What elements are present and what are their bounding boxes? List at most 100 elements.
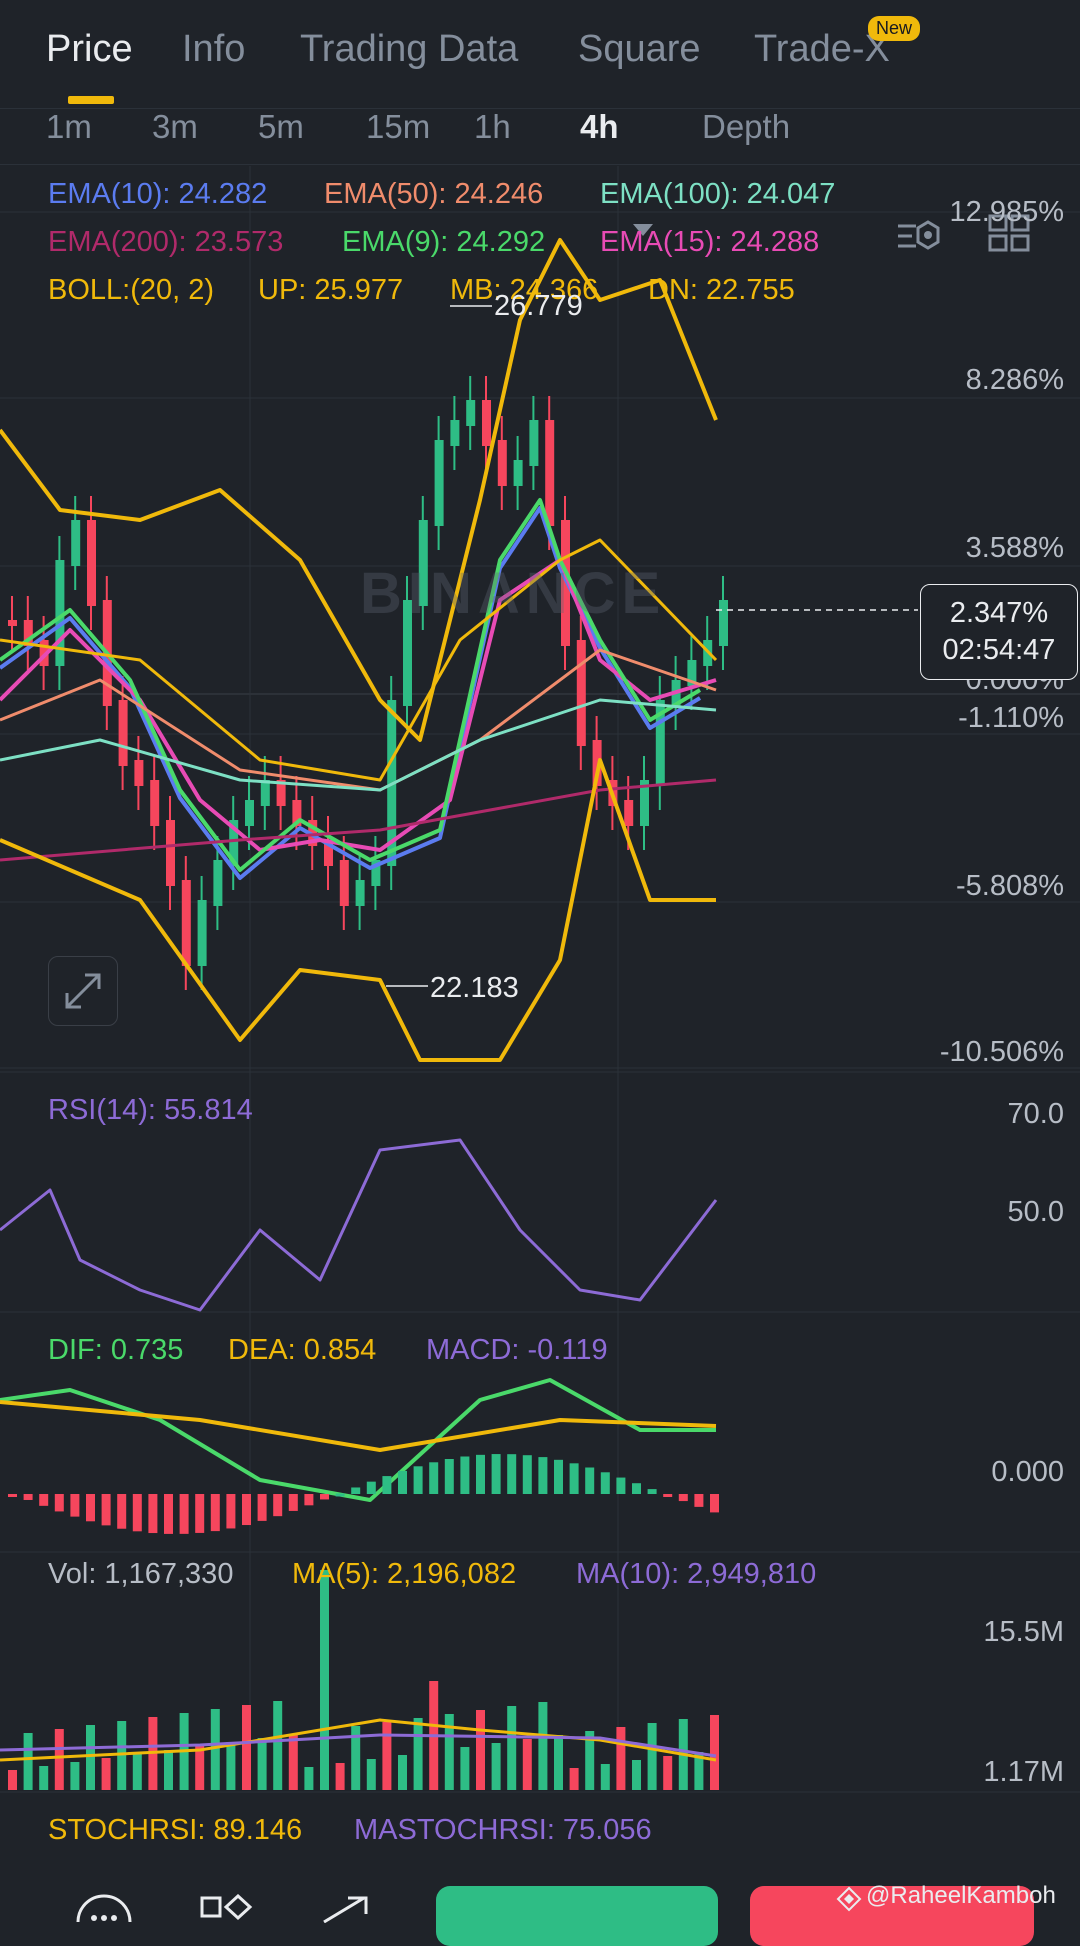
volume-bar xyxy=(242,1705,251,1790)
volume-bar xyxy=(366,1759,376,1790)
current-price-box: 2.347% 02:54:47 xyxy=(920,584,1078,680)
macd-histogram-bar xyxy=(663,1494,673,1497)
macd-histogram-bar xyxy=(678,1494,688,1502)
macd-histogram-bar xyxy=(647,1489,657,1494)
macd-histogram-bar xyxy=(694,1494,704,1507)
candle-body xyxy=(8,620,17,626)
volume-bar xyxy=(554,1735,563,1790)
volume-bar xyxy=(476,1710,485,1790)
candle-body xyxy=(719,600,728,646)
macd-histogram-bar xyxy=(195,1494,205,1533)
candle-body xyxy=(513,460,523,486)
fullscreen-button[interactable] xyxy=(48,956,118,1026)
volume-bar xyxy=(132,1754,142,1790)
volume-bar xyxy=(538,1702,548,1790)
stochrsi-label: STOCHRSI: 89.146 xyxy=(48,1814,303,1846)
high-price-label: 26.779 xyxy=(494,290,583,322)
low-price-label: 22.183 xyxy=(430,972,519,1004)
widgets-icon[interactable] xyxy=(198,1894,254,1923)
macd-histogram-bar xyxy=(522,1455,532,1494)
binance-watermark-logo: BINANCE xyxy=(360,561,667,626)
macd-histogram-bar xyxy=(585,1467,595,1494)
volume-bar xyxy=(663,1756,673,1790)
candle-body xyxy=(166,820,175,886)
volume-bar xyxy=(273,1701,283,1790)
candle-body xyxy=(434,440,444,526)
rsi-axis-label: 50.0 xyxy=(1007,1196,1064,1228)
ema15-label: EMA(15): 24.288 xyxy=(600,226,820,258)
candle-body xyxy=(545,420,555,526)
macd-histogram-bar xyxy=(86,1494,95,1522)
volume-bar xyxy=(382,1722,392,1790)
macd-histogram-bar xyxy=(39,1494,49,1506)
ema9-label: EMA(9): 24.292 xyxy=(342,226,546,258)
candle-body xyxy=(339,860,349,906)
rsi-label: RSI(14): 55.814 xyxy=(48,1094,253,1126)
candle-body xyxy=(624,800,634,826)
macd-histogram-bar xyxy=(8,1494,17,1497)
price-axis-label: 3.588% xyxy=(965,532,1064,564)
more-icon[interactable] xyxy=(74,1888,134,1923)
binance-square-icon xyxy=(836,1886,862,1912)
macd-histogram-bar xyxy=(351,1487,361,1494)
macd-histogram-bar xyxy=(398,1470,407,1494)
macd-histogram-bar xyxy=(164,1494,173,1534)
volume-bar xyxy=(600,1764,610,1790)
volume-bar xyxy=(210,1709,220,1790)
volume-bar xyxy=(413,1718,423,1790)
macd-histogram-bar xyxy=(710,1494,719,1513)
macd-histogram-bar xyxy=(70,1494,80,1517)
candle-body xyxy=(355,880,365,906)
volume-bar xyxy=(304,1767,314,1790)
macd-histogram-bar xyxy=(429,1462,439,1494)
volume-bar xyxy=(54,1729,64,1790)
price-axis-label: -5.808% xyxy=(955,870,1064,902)
volume-bar xyxy=(569,1768,579,1790)
price-axis-label: -1.110% xyxy=(958,702,1064,734)
volume-bar xyxy=(257,1738,267,1790)
volume-bar xyxy=(195,1746,205,1790)
candle-body xyxy=(245,800,254,826)
volume-bar xyxy=(710,1715,719,1790)
volume-bar xyxy=(507,1706,517,1790)
rsi-line xyxy=(0,1138,718,1312)
macd-dea-label: DEA: 0.854 xyxy=(228,1334,377,1366)
volume-bar xyxy=(522,1739,532,1790)
macd-histogram-bar xyxy=(132,1494,142,1532)
volume-label: Vol: 1,167,330 xyxy=(48,1558,234,1590)
volume-bar xyxy=(647,1723,657,1790)
macd-histogram-bar xyxy=(54,1494,64,1512)
rsi-axis-label: 70.0 xyxy=(1007,1098,1064,1130)
candle-body xyxy=(87,520,96,606)
candle-body xyxy=(118,700,128,766)
boll-up-label: UP: 25.977 xyxy=(258,274,404,306)
volume-bar xyxy=(226,1742,236,1790)
volume-bar xyxy=(491,1743,501,1790)
boll-params-label: BOLL:(20, 2) xyxy=(48,274,215,306)
macd-dif-label: DIF: 0.735 xyxy=(48,1334,184,1366)
expand-icon xyxy=(65,973,101,1009)
price-axis-label: -10.506% xyxy=(939,1036,1064,1068)
boll-dn-label: DN: 22.755 xyxy=(648,274,795,306)
macd-histogram-bar xyxy=(210,1494,220,1532)
candle-body xyxy=(213,860,223,906)
volume-axis-label: 15.5M xyxy=(983,1616,1064,1648)
macd-histogram-bar xyxy=(23,1494,33,1500)
volume-bar xyxy=(632,1760,641,1790)
buy-button[interactable] xyxy=(436,1886,718,1946)
volume-bar xyxy=(460,1747,470,1790)
volume-ma5-label: MA(5): 2,196,082 xyxy=(292,1558,517,1590)
macd-dea-line xyxy=(0,1400,717,1452)
macd-histogram-bar xyxy=(382,1476,392,1494)
candle-countdown: 02:54:47 xyxy=(942,634,1056,666)
macd-histogram-bar xyxy=(179,1494,189,1534)
candle-body xyxy=(134,760,144,786)
candle-body xyxy=(466,400,476,426)
credit-watermark: @RaheelKamboh xyxy=(866,1882,1056,1909)
macd-histogram-bar xyxy=(569,1463,579,1494)
ema100-label: EMA(100): 24.047 xyxy=(600,178,836,210)
macd-histogram-bar xyxy=(257,1494,267,1521)
share-icon[interactable] xyxy=(318,1894,374,1923)
current-percent: 2.347% xyxy=(949,597,1049,629)
ema50-label: EMA(50): 24.246 xyxy=(324,178,544,210)
